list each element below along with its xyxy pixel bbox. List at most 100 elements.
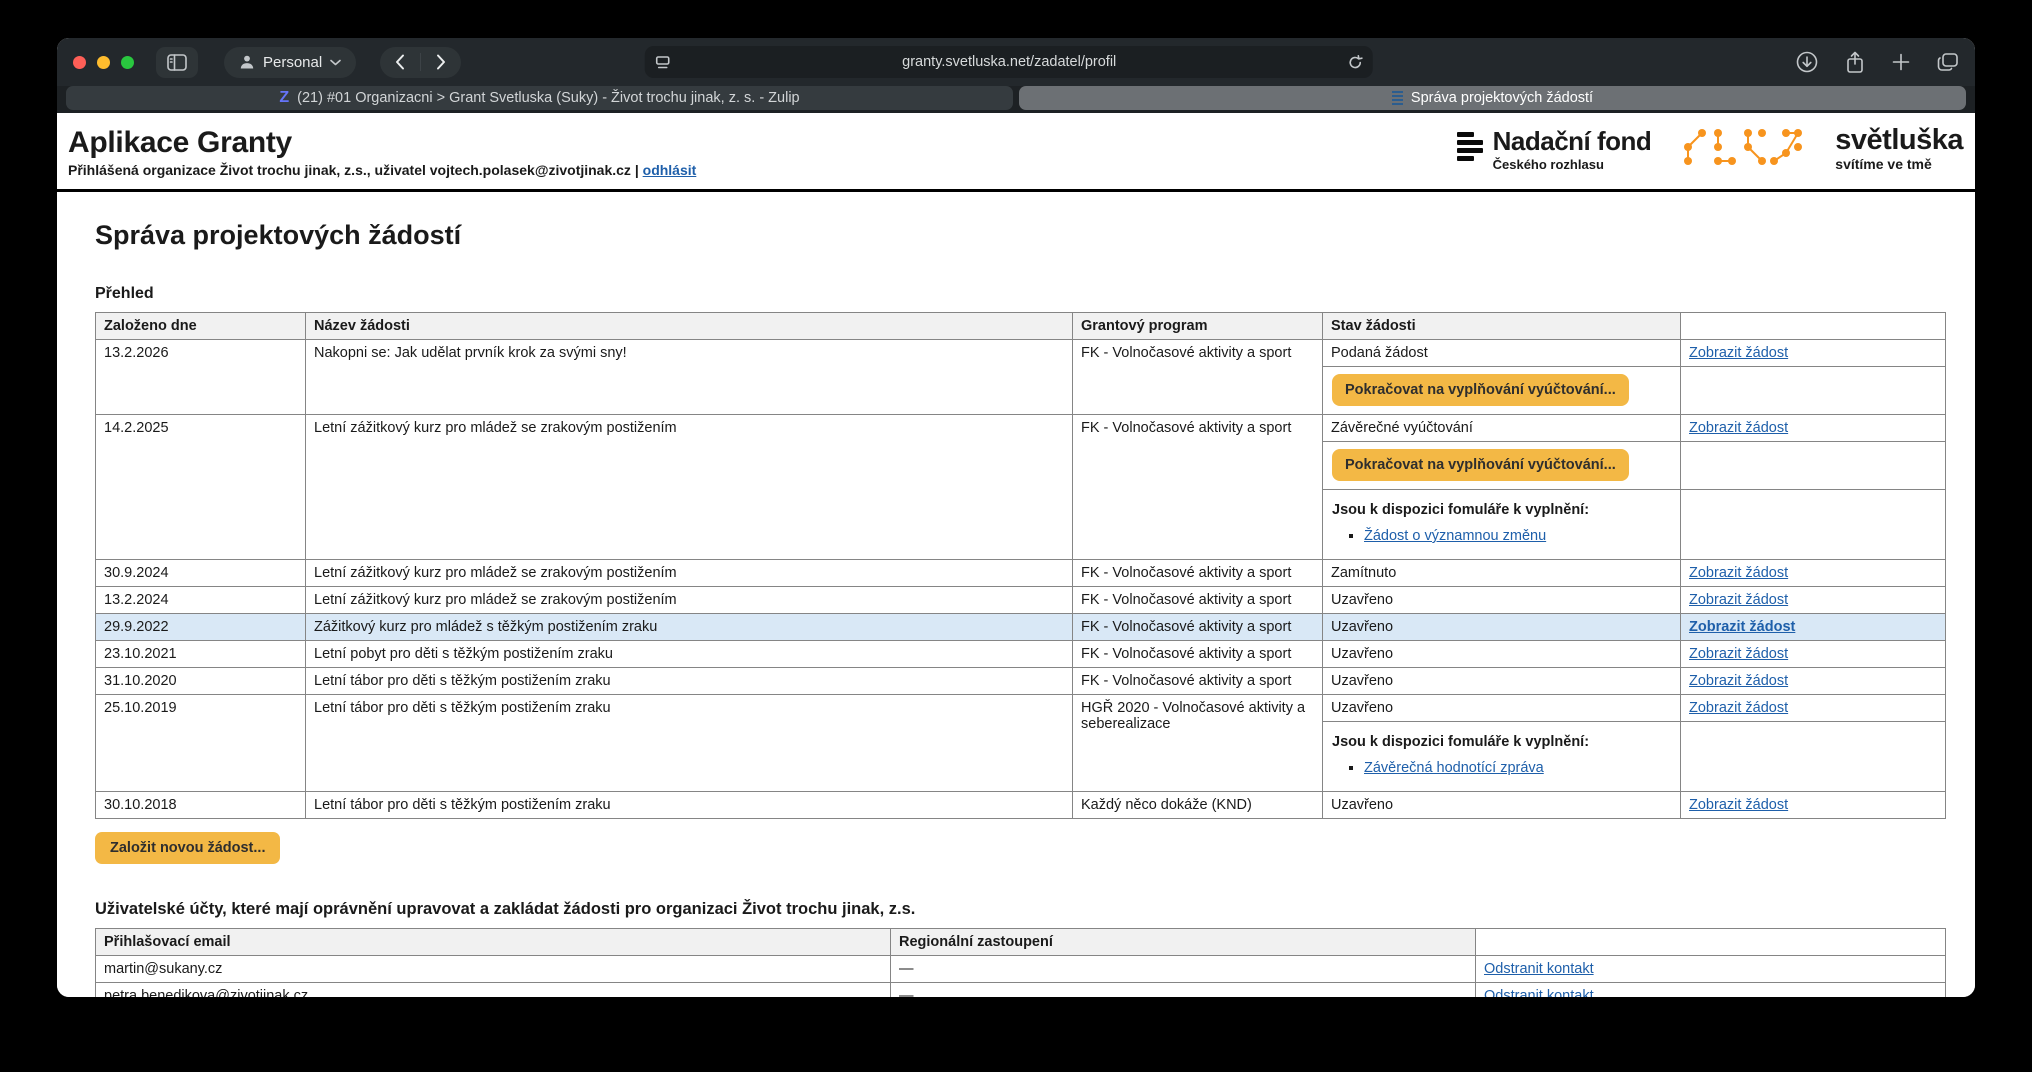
application-row: 23.10.2021Letní pobyt pro děti s těžkým … bbox=[96, 641, 1946, 668]
application-action-cell: Zobrazit žádost bbox=[1681, 668, 1946, 695]
application-action-cell: Zobrazit žádost bbox=[1681, 792, 1946, 819]
page-settings-icon[interactable] bbox=[655, 55, 671, 70]
zoom-window-button[interactable] bbox=[121, 56, 134, 69]
remove-contact-link[interactable]: Odstranit kontakt bbox=[1484, 988, 1594, 997]
empty-action-cell bbox=[1681, 722, 1946, 792]
application-program: FK - Volnočasové aktivity a sport bbox=[1073, 415, 1323, 560]
available-forms-cell: Jsou k dispozici fomuláře k vyplnění:Záv… bbox=[1323, 722, 1681, 792]
account-email: martin@sukany.cz bbox=[96, 956, 891, 983]
application-name: Zážitkový kurz pro mládež s těžkým posti… bbox=[306, 614, 1073, 641]
application-row: 13.2.2026Nakopni se: Jak udělat prvník k… bbox=[96, 340, 1946, 367]
form-link[interactable]: Závěrečná hodnotící zpráva bbox=[1364, 760, 1544, 776]
address-bar[interactable]: granty.svetluska.net/zadatel/profil bbox=[645, 46, 1373, 78]
navigation-buttons bbox=[380, 47, 461, 78]
application-status: Podaná žádost bbox=[1323, 340, 1681, 367]
forward-button[interactable] bbox=[421, 54, 461, 70]
granty-favicon bbox=[1392, 91, 1403, 105]
view-request-link[interactable]: Zobrazit žádost bbox=[1689, 345, 1788, 361]
tab-overview-button[interactable] bbox=[1937, 52, 1959, 72]
account-action-cell: Odstranit kontakt bbox=[1476, 956, 1946, 983]
application-row: 31.10.2020Letní tábor pro děti s těžkým … bbox=[96, 668, 1946, 695]
column-header-account-actions bbox=[1476, 929, 1946, 956]
toolbar-right-icons bbox=[1796, 51, 1959, 74]
application-row: 25.10.2019Letní tábor pro děti s těžkým … bbox=[96, 695, 1946, 722]
accounts-heading: Uživatelské účty, které mají oprávnění u… bbox=[95, 900, 1945, 919]
page-title: Správa projektových žádostí bbox=[95, 220, 1945, 251]
view-request-link[interactable]: Zobrazit žádost bbox=[1689, 797, 1788, 813]
logout-link[interactable]: odhlásit bbox=[643, 162, 697, 178]
application-row: 29.9.2022Zážitkový kurz pro mládež s těž… bbox=[96, 614, 1946, 641]
column-header-status: Stav žádosti bbox=[1323, 313, 1681, 340]
application-row: 13.2.2024Letní zážitkový kurz pro mládež… bbox=[96, 587, 1946, 614]
application-name: Nakopni se: Jak udělat prvník krok za sv… bbox=[306, 340, 1073, 415]
application-program: FK - Volnočasové aktivity a sport bbox=[1073, 668, 1323, 695]
view-request-link[interactable]: Zobrazit žádost bbox=[1689, 646, 1788, 662]
create-new-request-button[interactable]: Založit novou žádost... bbox=[95, 832, 280, 864]
application-date: 31.10.2020 bbox=[96, 668, 306, 695]
application-date: 14.2.2025 bbox=[96, 415, 306, 560]
application-program: FK - Volnočasové aktivity a sport bbox=[1073, 641, 1323, 668]
application-date: 13.2.2026 bbox=[96, 340, 306, 415]
application-program: FK - Volnočasové aktivity a sport bbox=[1073, 614, 1323, 641]
minimize-window-button[interactable] bbox=[97, 56, 110, 69]
sidebar-icon bbox=[167, 54, 187, 71]
application-program: FK - Volnočasové aktivity a sport bbox=[1073, 340, 1323, 415]
browser-titlebar: Personal granty.svetluska.net/zadatel/pr… bbox=[57, 38, 1975, 86]
svetluska-logo: světluška svítíme ve tmě bbox=[1835, 127, 1963, 173]
nadacni-fond-title: Nadační fond bbox=[1493, 128, 1652, 154]
continue-settlement-cell: Pokračovat na vyplňování vyúčtování... bbox=[1323, 442, 1681, 490]
application-action-cell: Zobrazit žádost bbox=[1681, 587, 1946, 614]
empty-action-cell bbox=[1681, 367, 1946, 415]
application-row: 30.9.2024Letní zážitkový kurz pro mládež… bbox=[96, 560, 1946, 587]
remove-contact-link[interactable]: Odstranit kontakt bbox=[1484, 961, 1594, 977]
reload-icon[interactable] bbox=[1348, 55, 1363, 70]
continue-settlement-button[interactable]: Pokračovat na vyplňování vyúčtování... bbox=[1332, 449, 1629, 481]
applications-table-header: Založeno dne Název žádosti Grantový prog… bbox=[96, 313, 1946, 340]
account-region: — bbox=[891, 983, 1476, 998]
account-row: petra.benedikova@zivotjinak.cz—Odstranit… bbox=[96, 983, 1946, 998]
application-action-cell: Zobrazit žádost bbox=[1681, 415, 1946, 442]
view-request-link[interactable]: Zobrazit žádost bbox=[1689, 673, 1788, 689]
application-row: 14.2.2025Letní zážitkový kurz pro mládež… bbox=[96, 415, 1946, 442]
view-request-link[interactable]: Zobrazit žádost bbox=[1689, 700, 1788, 716]
tab-zulip[interactable]: Z (21) #01 Organizacni > Grant Svetluska… bbox=[66, 86, 1013, 110]
view-request-link[interactable]: Zobrazit žádost bbox=[1689, 619, 1795, 635]
person-icon bbox=[239, 54, 255, 70]
nadacni-fond-logo: Nadační fond Českého rozhlasu bbox=[1457, 128, 1652, 172]
profile-label: Personal bbox=[263, 54, 322, 71]
tab-sprava-zadosti[interactable]: Správa projektových žádostí bbox=[1019, 86, 1966, 110]
share-button[interactable] bbox=[1845, 51, 1865, 74]
column-header-date: Založeno dne bbox=[96, 313, 306, 340]
application-status: Uzavřeno bbox=[1323, 614, 1681, 641]
application-status: Uzavřeno bbox=[1323, 695, 1681, 722]
forms-list-item: Závěrečná hodnotící zpráva bbox=[1364, 760, 1671, 776]
application-status: Závěrečné vyúčtování bbox=[1323, 415, 1681, 442]
new-tab-button[interactable] bbox=[1892, 53, 1910, 71]
view-request-link[interactable]: Zobrazit žádost bbox=[1689, 565, 1788, 581]
application-name: Letní tábor pro děti s těžkým postižením… bbox=[306, 668, 1073, 695]
column-header-actions bbox=[1681, 313, 1946, 340]
continue-settlement-button[interactable]: Pokračovat na vyplňování vyúčtování... bbox=[1332, 374, 1629, 406]
application-date: 25.10.2019 bbox=[96, 695, 306, 792]
sidebar-toggle-button[interactable] bbox=[156, 47, 198, 78]
close-window-button[interactable] bbox=[73, 56, 86, 69]
site-header: Aplikace Granty Přihlášená organizace Ži… bbox=[57, 113, 1975, 192]
application-program: FK - Volnočasové aktivity a sport bbox=[1073, 560, 1323, 587]
application-name: Letní tábor pro děti s těžkým postižením… bbox=[306, 695, 1073, 792]
account-action-cell: Odstranit kontakt bbox=[1476, 983, 1946, 998]
downloads-button[interactable] bbox=[1796, 51, 1818, 73]
form-link[interactable]: Žádost o významnou změnu bbox=[1364, 528, 1546, 544]
application-date: 29.9.2022 bbox=[96, 614, 306, 641]
application-date: 30.10.2018 bbox=[96, 792, 306, 819]
accounts-table: Přihlašovací email Regionální zastoupení… bbox=[95, 928, 1946, 997]
profile-switcher[interactable]: Personal bbox=[224, 47, 356, 78]
overview-heading: Přehled bbox=[95, 285, 1945, 303]
view-request-link[interactable]: Zobrazit žádost bbox=[1689, 592, 1788, 608]
applications-table: Založeno dne Název žádosti Grantový prog… bbox=[95, 312, 1946, 819]
forms-list: Žádost o významnou změnu bbox=[1336, 528, 1671, 544]
application-status: Uzavřeno bbox=[1323, 668, 1681, 695]
view-request-link[interactable]: Zobrazit žádost bbox=[1689, 420, 1788, 436]
forms-list-item: Žádost o významnou změnu bbox=[1364, 528, 1671, 544]
forms-list: Závěrečná hodnotící zpráva bbox=[1336, 760, 1671, 776]
back-button[interactable] bbox=[380, 54, 420, 70]
